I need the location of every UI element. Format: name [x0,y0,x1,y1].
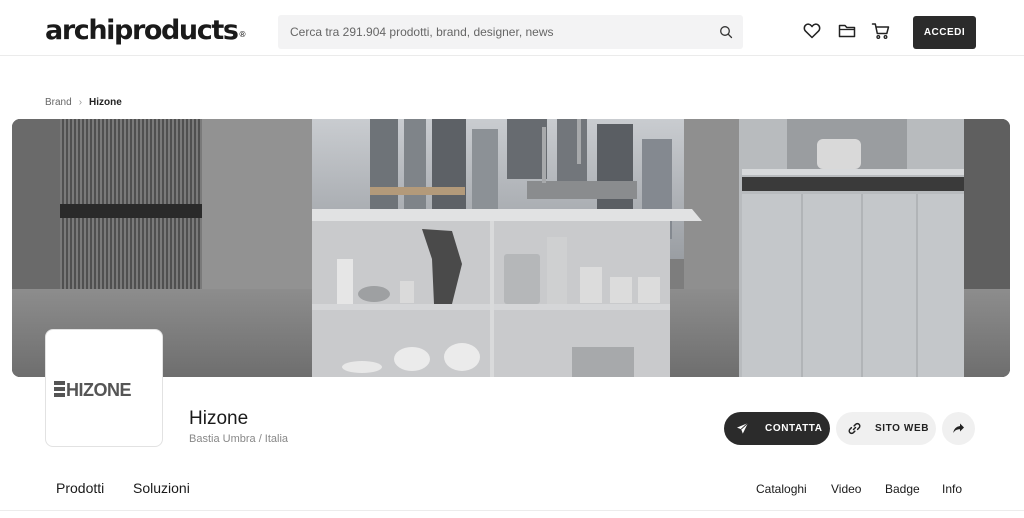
breadcrumb-current: Hizone [89,97,122,108]
folder-icon[interactable] [837,21,857,41]
website-button-label: SITO WEB [875,423,930,434]
brand-logo-text: HIZONE [66,380,131,398]
brand-location: Bastia Umbra / Italia [189,433,289,445]
tab-prodotti[interactable]: Prodotti [56,480,104,496]
share-button[interactable] [942,412,975,445]
brand-logo-card: HIZONE [45,329,163,447]
share-icon [953,423,964,433]
search-icon[interactable] [719,25,733,39]
search-bar [278,15,743,49]
link-icon [848,422,861,435]
login-button[interactable]: ACCEDI [913,16,976,49]
heart-icon[interactable] [802,21,822,41]
archiproducts-logo[interactable]: archiproducts® [45,14,247,48]
tab-video[interactable]: Video [831,482,861,496]
logo-registered-mark: ® [238,30,247,39]
hizone-logo: HIZONE [54,380,132,398]
website-button[interactable]: SITO WEB [836,412,936,445]
chevron-right-icon: › [78,97,83,108]
top-header: archiproducts® ACCEDI [0,0,1024,56]
breadcrumb: Brand › Hizone [45,97,122,108]
brand-name: Hizone [189,408,249,429]
send-icon [737,422,749,434]
contact-button[interactable]: CONTATTA [724,412,830,445]
tab-cataloghi[interactable]: Cataloghi [756,482,807,496]
logo-text: archiproducts [45,15,239,46]
cart-icon[interactable] [871,21,891,41]
tab-info[interactable]: Info [942,482,962,496]
tab-badge[interactable]: Badge [885,482,920,496]
search-input[interactable] [278,15,708,49]
breadcrumb-brand-link[interactable]: Brand [45,97,72,108]
tab-soluzioni[interactable]: Soluzioni [133,480,190,496]
tabs-divider [0,510,1024,511]
contact-button-label: CONTATTA [765,423,823,434]
